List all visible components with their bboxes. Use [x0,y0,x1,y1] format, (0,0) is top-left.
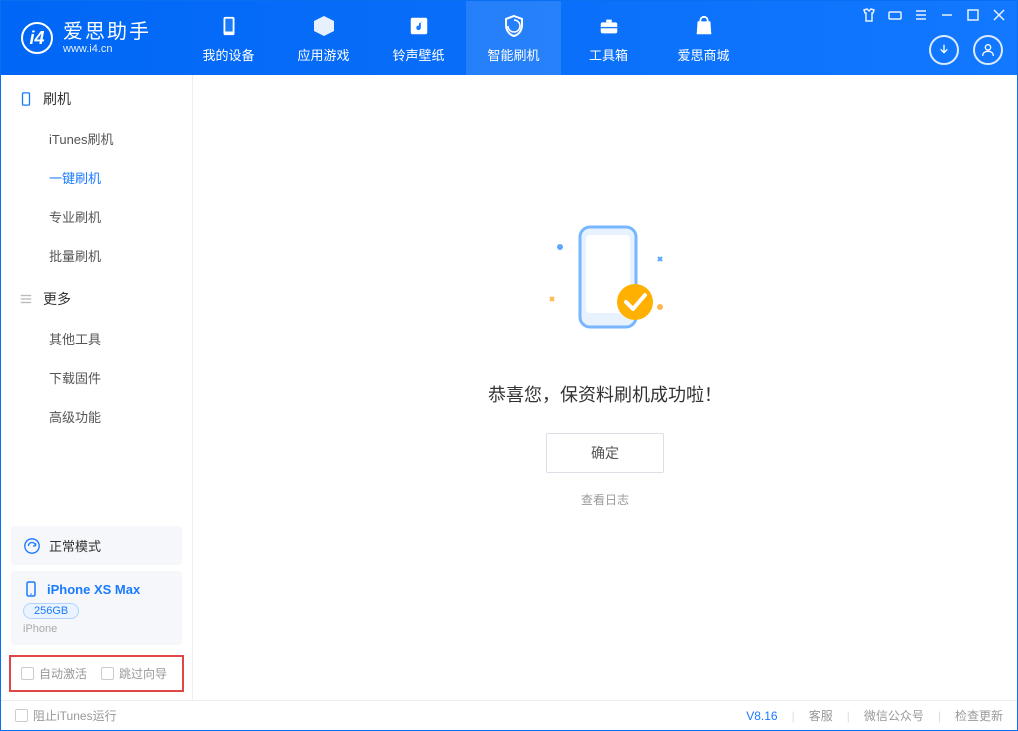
checkbox-icon [15,709,28,722]
sidebar: 刷机 iTunes刷机 一键刷机 专业刷机 批量刷机 更多 其他工具 下载固件 … [1,75,193,700]
device-icon [19,92,33,106]
phone-icon [216,13,242,39]
tshirt-icon[interactable] [861,7,877,23]
status-label: 正常模式 [49,536,101,555]
bottom-checks-highlight: 自动激活 跳过向导 [9,655,184,692]
user-icon[interactable] [973,35,1003,65]
nav-tab-flash[interactable]: 智能刷机 [466,1,561,75]
sidebar-item-pro-flash[interactable]: 专业刷机 [1,197,192,236]
view-log-link[interactable]: 查看日志 [581,491,629,508]
sidebar-item-onekey-flash[interactable]: 一键刷机 [1,158,192,197]
confirm-button[interactable]: 确定 [546,433,664,473]
app-subtitle: www.i4.cn [63,43,151,55]
checkbox-skip-guide[interactable]: 跳过向导 [101,665,167,682]
footer-link-wechat[interactable]: 微信公众号 [864,707,924,724]
checkbox-auto-activate[interactable]: 自动激活 [21,665,87,682]
group-title: 刷机 [43,89,71,109]
nav-label: 铃声壁纸 [392,45,444,64]
nav-tab-toolbox[interactable]: 工具箱 [561,1,656,75]
bag-icon [691,13,717,39]
nav-tab-store[interactable]: 爱思商城 [656,1,751,75]
group-title: 更多 [43,289,71,309]
version-label: V8.16 [746,709,777,723]
cube-icon [311,13,337,39]
download-icon[interactable] [929,35,959,65]
nav-label: 爱思商城 [677,45,729,64]
music-icon [406,13,432,39]
main-content: 恭喜您，保资料刷机成功啦！ 确定 查看日志 [193,75,1017,700]
sidebar-item-batch-flash[interactable]: 批量刷机 [1,236,192,275]
sidebar-group-more: 更多 [1,275,192,319]
device-storage: 256GB [23,603,79,619]
footer-link-support[interactable]: 客服 [809,707,833,724]
maximize-icon[interactable] [965,7,981,23]
toolbox-icon [596,13,622,39]
check-label: 跳过向导 [119,665,167,682]
app-header: i4 爱思助手 www.i4.cn 我的设备 应用游戏 铃声壁纸 智能刷机 工具… [1,1,1017,75]
device-name-label: iPhone XS Max [47,582,140,597]
sidebar-item-download-fw[interactable]: 下载固件 [1,358,192,397]
checkbox-icon [101,667,114,680]
nav-tab-device[interactable]: 我的设备 [181,1,276,75]
list-icon [19,292,33,306]
logo-area: i4 爱思助手 www.i4.cn [1,21,171,55]
checkbox-block-itunes[interactable]: 阻止iTunes运行 [15,707,117,724]
refresh-icon [23,537,41,555]
sidebar-item-other-tools[interactable]: 其他工具 [1,319,192,358]
window-controls [861,7,1007,23]
nav-label: 智能刷机 [487,45,539,64]
shield-icon [501,13,527,39]
app-title: 爱思助手 [63,21,151,43]
check-label: 阻止iTunes运行 [33,707,117,724]
nav-tabs: 我的设备 应用游戏 铃声壁纸 智能刷机 工具箱 爱思商城 [181,1,751,75]
nav-tab-media[interactable]: 铃声壁纸 [371,1,466,75]
checkbox-icon [21,667,34,680]
success-illustration [530,207,680,357]
footer: 阻止iTunes运行 V8.16 | 客服 | 微信公众号 | 检查更新 [1,700,1017,730]
status-normal-mode[interactable]: 正常模式 [11,526,182,565]
device-type: iPhone [23,623,170,635]
close-icon[interactable] [991,7,1007,23]
footer-link-update[interactable]: 检查更新 [955,707,1003,724]
device-info[interactable]: iPhone XS Max 256GB iPhone [11,571,182,645]
nav-label: 应用游戏 [297,45,349,64]
check-label: 自动激活 [39,665,87,682]
nav-label: 工具箱 [589,45,628,64]
sidebar-item-advanced[interactable]: 高级功能 [1,397,192,436]
sidebar-group-flash: 刷机 [1,75,192,119]
logo-icon: i4 [21,22,53,54]
menu-icon[interactable] [913,7,929,23]
keyboard-icon[interactable] [887,7,903,23]
header-actions [929,35,1003,65]
sidebar-item-itunes-flash[interactable]: iTunes刷机 [1,119,192,158]
nav-label: 我的设备 [202,45,254,64]
minimize-icon[interactable] [939,7,955,23]
phone-small-icon [23,581,39,597]
nav-tab-apps[interactable]: 应用游戏 [276,1,371,75]
success-title: 恭喜您，保资料刷机成功啦！ [488,381,722,407]
